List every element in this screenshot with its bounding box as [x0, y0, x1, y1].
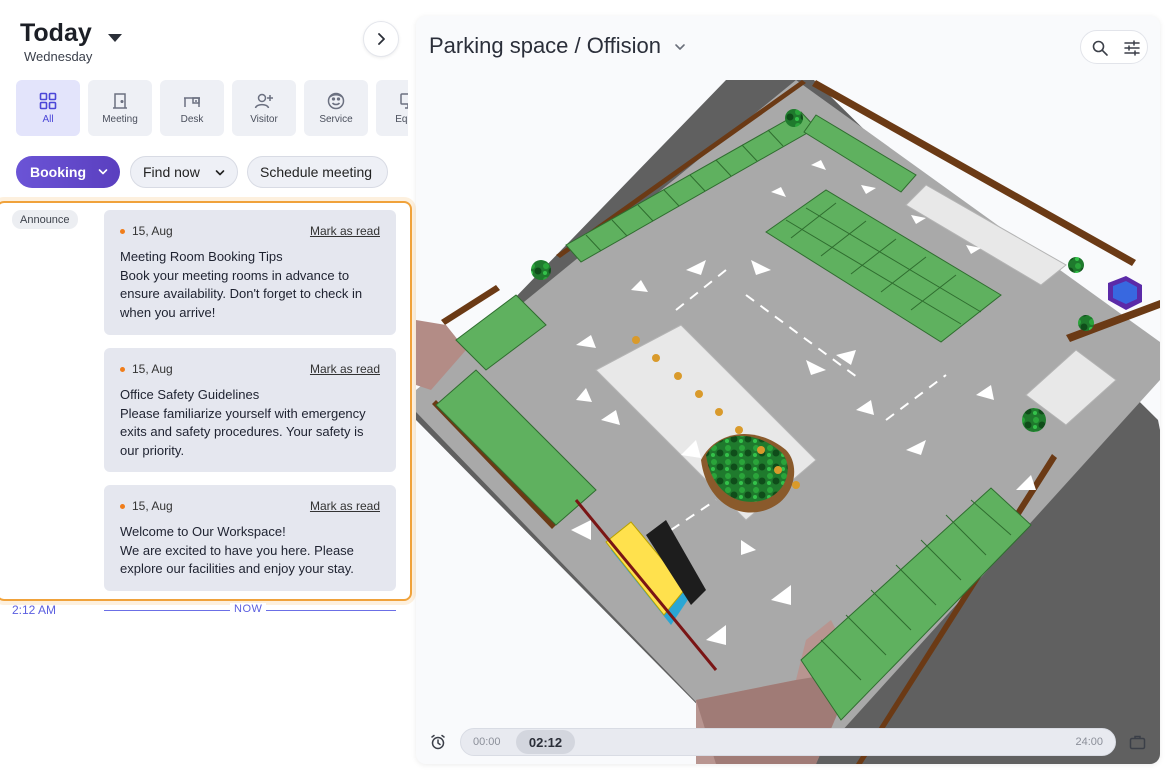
- map-panel: Parking space / Offision 00:00 02:12 24:…: [416, 16, 1160, 764]
- mark-as-read-link[interactable]: Mark as read: [310, 499, 380, 513]
- fountain: [1108, 276, 1142, 310]
- announcement-date: 15, Aug: [132, 224, 173, 238]
- tab-label: Visitor: [250, 114, 278, 125]
- smile-face-icon: [327, 92, 345, 110]
- mark-as-read-link[interactable]: Mark as read: [310, 362, 380, 376]
- announcement-title: Welcome to Our Workspace!: [120, 524, 286, 539]
- announcement-date: 15, Aug: [132, 499, 173, 513]
- announcement-body: Meeting Room Booking Tips Book your meet…: [120, 248, 384, 322]
- tab-meeting[interactable]: Meeting: [88, 80, 152, 136]
- now-label: NOW: [230, 603, 267, 615]
- current-time: 2:12 AM: [12, 603, 57, 617]
- unread-dot-icon: [120, 367, 125, 372]
- category-tabs: All Meeting Desk Visitor Service Equip: [16, 80, 408, 136]
- announce-tag: Announce: [12, 210, 78, 229]
- tab-service[interactable]: Service: [304, 80, 368, 136]
- next-day-button[interactable]: [363, 21, 399, 57]
- timeline-slider[interactable]: 00:00 02:12 24:00: [460, 728, 1116, 756]
- door-icon: [113, 93, 127, 109]
- date-dropdown-caret-icon[interactable]: [108, 34, 122, 42]
- timeline-start: 00:00: [473, 736, 501, 748]
- tab-label: Service: [319, 114, 353, 125]
- tab-label: Meeting: [102, 114, 138, 125]
- tab-equipment[interactable]: Equip: [376, 80, 408, 136]
- map-tools: [1080, 30, 1148, 64]
- mark-as-read-link[interactable]: Mark as read: [310, 224, 380, 238]
- chevron-down-icon: [215, 170, 225, 176]
- map-title[interactable]: Parking space / Offision: [429, 33, 661, 59]
- timeline-thumb[interactable]: 02:12: [516, 730, 575, 754]
- announcement-text: We are excited to have you here. Please …: [120, 542, 354, 577]
- left-panel: Today Wednesday All Meeting Desk Visitor…: [0, 0, 412, 780]
- schedule-meeting-button[interactable]: Schedule meeting: [247, 156, 388, 188]
- tab-label: Equip: [395, 114, 408, 125]
- timeline-end: 24:00: [1075, 736, 1103, 748]
- tab-desk[interactable]: Desk: [160, 80, 224, 136]
- tab-label: All: [42, 114, 54, 125]
- alarm-clock-icon[interactable]: [430, 734, 446, 750]
- tab-label: Desk: [180, 114, 204, 125]
- announcement-text: Book your meeting rooms in advance to en…: [120, 267, 363, 320]
- parking-map[interactable]: [416, 80, 1160, 764]
- booking-label: Booking: [30, 164, 86, 180]
- schedule-meeting-label: Schedule meeting: [260, 164, 373, 180]
- tab-all[interactable]: All: [16, 80, 80, 136]
- find-now-button[interactable]: Find now: [130, 156, 238, 188]
- chevron-right-icon: [378, 33, 385, 45]
- announcement-body: Office Safety Guidelines Please familiar…: [120, 386, 384, 460]
- announcement-date: 15, Aug: [132, 362, 173, 376]
- announcement-title: Meeting Room Booking Tips: [120, 249, 283, 264]
- monitor-icon: [400, 93, 408, 109]
- weekday-label: Wednesday: [24, 49, 93, 64]
- chevron-down-icon: [98, 169, 108, 175]
- search-icon[interactable]: [1091, 39, 1109, 57]
- unread-dot-icon: [120, 229, 125, 234]
- find-now-label: Find now: [143, 164, 200, 180]
- page-title: Today: [20, 19, 92, 47]
- unread-dot-icon: [120, 504, 125, 509]
- announcement-body: Welcome to Our Workspace! We are excited…: [120, 523, 384, 579]
- desk-icon: [184, 97, 200, 107]
- add-user-icon: [254, 93, 273, 109]
- chevron-down-icon[interactable]: [674, 42, 686, 52]
- announcement-card[interactable]: 15, Aug Mark as read Welcome to Our Work…: [104, 485, 396, 591]
- briefcase-icon[interactable]: [1129, 734, 1146, 750]
- filter-sliders-icon[interactable]: [1123, 39, 1141, 57]
- tab-visitor[interactable]: Visitor: [232, 80, 296, 136]
- announcement-card[interactable]: 15, Aug Mark as read Office Safety Guide…: [104, 348, 396, 472]
- announcement-text: Please familiarize yourself with emergen…: [120, 405, 366, 458]
- announcement-card[interactable]: 15, Aug Mark as read Meeting Room Bookin…: [104, 210, 396, 335]
- announcement-title: Office Safety Guidelines: [120, 387, 260, 402]
- booking-button[interactable]: Booking: [16, 156, 120, 188]
- grid-icon: [39, 92, 57, 110]
